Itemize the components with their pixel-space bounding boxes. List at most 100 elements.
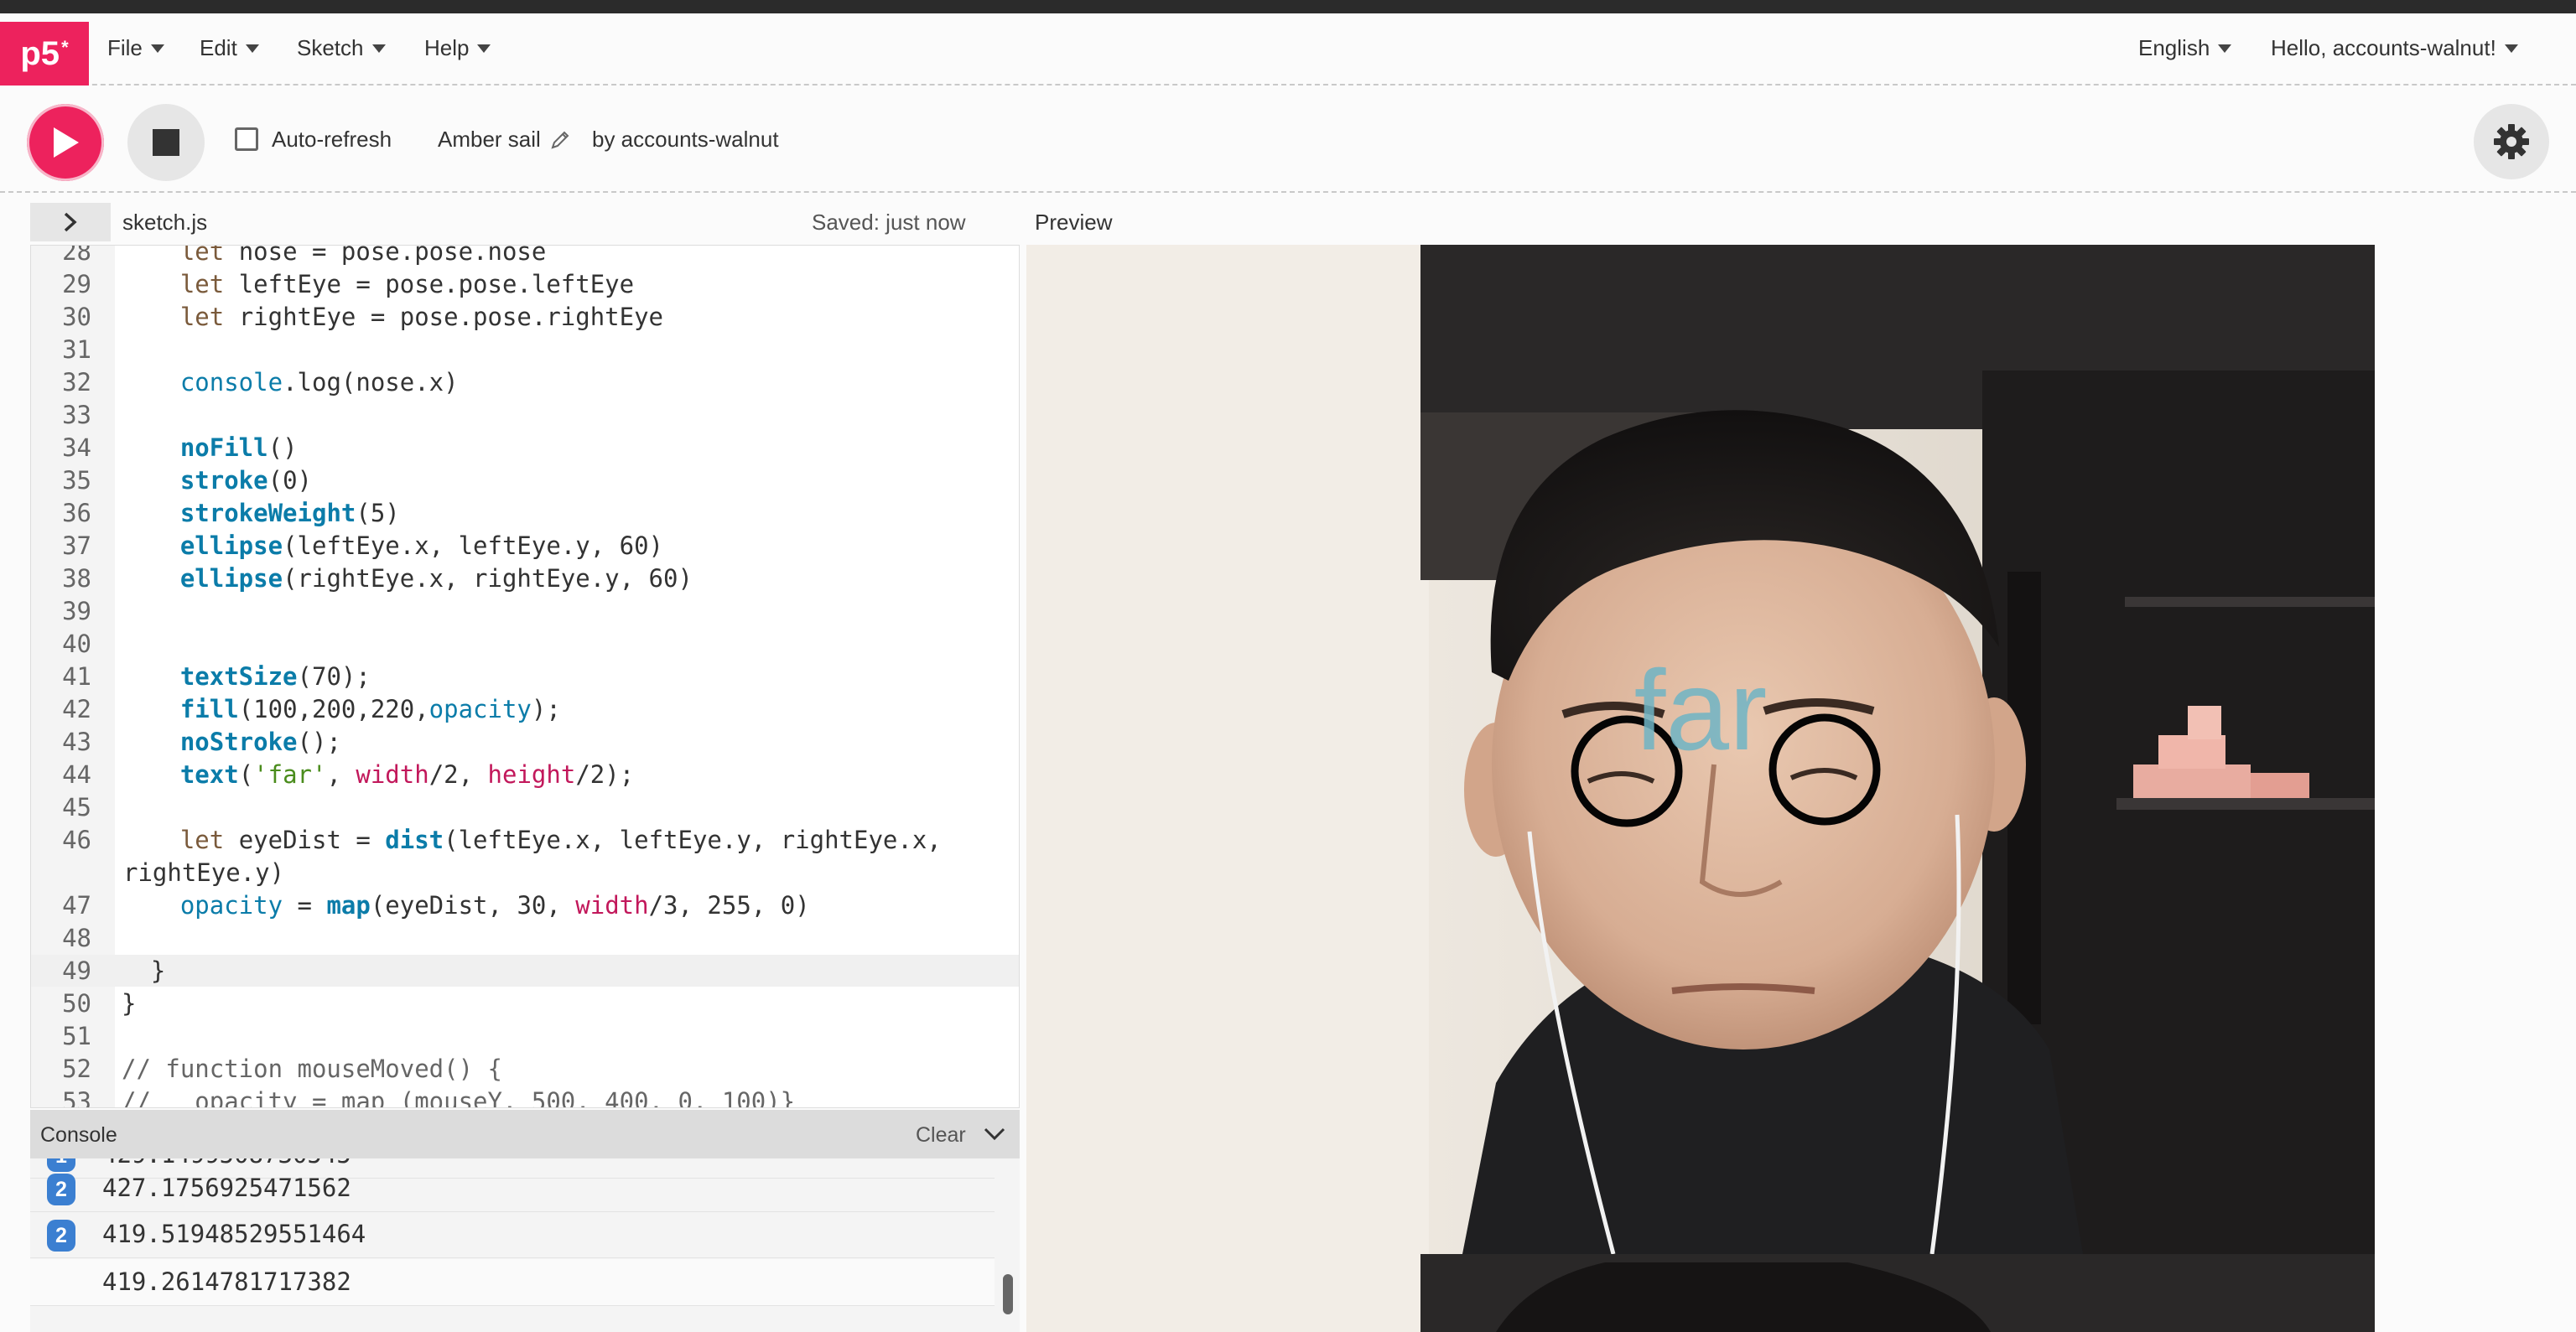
sketch-name[interactable]: Amber sail (438, 127, 571, 153)
line-number: 29 (62, 270, 91, 298)
language-menu[interactable]: English (2138, 35, 2232, 61)
sketch-author: by accounts-walnut (592, 127, 779, 152)
line-number: 45 (62, 793, 91, 821)
sketch-preview[interactable]: far (1026, 245, 2375, 1254)
expand-sidebar-button[interactable] (30, 203, 111, 241)
console-title: Console (40, 1123, 117, 1147)
code-line[interactable]: 38 ellipse(rightEye.x, rightEye.y, 60) (31, 562, 1019, 594)
code-text: let nose = pose.pose.nose (179, 245, 547, 266)
line-number: 49 (62, 956, 91, 985)
code-text: // function mouseMoved() { (122, 1055, 502, 1083)
sketch-preview-continued (1026, 1254, 2375, 1332)
play-button[interactable] (27, 104, 104, 181)
code-line[interactable]: 51 (31, 1020, 1019, 1052)
code-line[interactable]: 46 let eyeDist = dist(leftEye.x, leftEye… (31, 824, 1019, 856)
line-number: 37 (62, 531, 91, 560)
code-line[interactable]: 30 let rightEye = pose.pose.rightEye (31, 301, 1019, 333)
console-clear-button[interactable]: Clear (916, 1123, 966, 1148)
code-line[interactable]: 28 let nose = pose.pose.nose (31, 245, 1019, 267)
menu-label: Edit (200, 35, 237, 60)
code-text: stroke(0) (179, 466, 312, 495)
stop-button[interactable] (127, 104, 205, 181)
code-line[interactable]: 42 fill(100,200,220,opacity); (31, 693, 1019, 725)
console-entry: 2 419.51948529551464 (30, 1211, 995, 1258)
code-text: strokeWeight(5) (179, 499, 400, 527)
code-line[interactable]: 43 noStroke(); (31, 726, 1019, 758)
menu-sketch[interactable]: Sketch (297, 35, 386, 61)
code-line[interactable]: 52 // function mouseMoved() { (31, 1053, 1019, 1085)
line-number: 46 (62, 826, 91, 854)
console-entry: 2 427.1756925471562 (30, 1165, 995, 1212)
file-bar: sketch.js Saved: just now Preview (0, 194, 2576, 245)
code-text: noFill() (179, 433, 298, 462)
code-text: fill(100,200,220,opacity); (179, 695, 561, 723)
line-number: 51 (62, 1022, 91, 1050)
code-line[interactable]: 33 (31, 399, 1019, 431)
caret-down-icon (2504, 44, 2518, 53)
code-line[interactable]: 40 (31, 628, 1019, 660)
console-header: Console Clear (30, 1110, 1020, 1158)
account-menu[interactable]: Hello, accounts-walnut! (2271, 35, 2518, 61)
line-number: 36 (62, 499, 91, 527)
code-line[interactable]: 32 console.log(nose.x) (31, 366, 1019, 398)
line-number: 52 (62, 1055, 91, 1083)
code-line[interactable]: 31 (31, 334, 1019, 365)
account-greeting: Hello, accounts-walnut! (2271, 35, 2496, 60)
code-line[interactable]: 35 stroke(0) (31, 464, 1019, 496)
caret-down-icon (477, 44, 491, 53)
code-line[interactable]: rightEye.y) (31, 857, 1019, 889)
code-editor[interactable]: 28 let nose = pose.pose.nose 29 let leftE… (30, 245, 1020, 1108)
line-number: 48 (62, 924, 91, 952)
file-name[interactable]: sketch.js (122, 210, 207, 236)
line-number: 43 (62, 728, 91, 756)
code-line[interactable]: 36 strokeWeight(5) (31, 497, 1019, 529)
line-number: 41 (62, 662, 91, 691)
caret-down-icon (245, 44, 259, 53)
play-icon (54, 127, 79, 158)
app-root: p5 * File Edit Sketch Help English Hello,… (0, 0, 2576, 1332)
line-number: 47 (62, 891, 91, 920)
code-line[interactable]: 45 (31, 791, 1019, 823)
menu-help[interactable]: Help (424, 35, 491, 61)
code-text: text('far', width/2, height/2); (179, 760, 635, 789)
menu-file[interactable]: File (107, 35, 164, 61)
code-line[interactable]: 37 ellipse(leftEye.x, leftEye.y, 60) (31, 530, 1019, 562)
line-number: 30 (62, 303, 91, 331)
line-number: 44 (62, 760, 91, 789)
language-label: English (2138, 35, 2210, 60)
code-text: noStroke(); (179, 728, 341, 756)
repeat-count-badge: 2 (47, 1174, 75, 1205)
code-line[interactable]: 50} (31, 987, 1019, 1019)
menu-edit[interactable]: Edit (200, 35, 259, 61)
code-text: ellipse(rightEye.x, rightEye.y, 60) (179, 564, 693, 593)
code-line[interactable]: 53 // opacity = map (mouseY, 500, 400, 0,… (31, 1086, 1019, 1108)
browser-top-strip (0, 0, 2576, 13)
console-scrollbar[interactable] (1003, 1274, 1013, 1314)
code-line[interactable]: 34 noFill() (31, 432, 1019, 464)
code-line[interactable]: 41 textSize(70); (31, 661, 1019, 692)
menu-label: Help (424, 35, 470, 60)
toolbar: Auto-refresh Amber sail by accounts-waln… (0, 87, 2576, 193)
auto-refresh-checkbox[interactable] (235, 127, 258, 151)
chevron-down-icon[interactable] (983, 1125, 1006, 1143)
stop-icon (153, 129, 179, 156)
p5-logo[interactable]: p5 * (0, 22, 89, 86)
repeat-count-badge: 2 (47, 1220, 75, 1252)
code-line[interactable]: 48 (31, 922, 1019, 954)
code-text: let leftEye = pose.pose.leftEye (179, 270, 635, 298)
line-number: 35 (62, 466, 91, 495)
code-line[interactable]: 47 opacity = map(eyeDist, 30, width/3, 2… (31, 889, 1019, 921)
code-line[interactable]: 44 text('far', width/2, height/2); (31, 759, 1019, 790)
code-line[interactable]: 39 (31, 595, 1019, 627)
auto-refresh-label: Auto-refresh (272, 127, 392, 152)
preview-label: Preview (1035, 210, 1113, 235)
code-text: let eyeDist = dist(leftEye.x, leftEye.y,… (179, 826, 942, 854)
code-line[interactable]: 49 } (31, 955, 1019, 987)
settings-button[interactable] (2474, 104, 2549, 179)
code-text: } (122, 989, 137, 1018)
menu-label: File (107, 35, 143, 60)
code-line[interactable]: 29 let leftEye = pose.pose.leftEye (31, 268, 1019, 300)
code-text: // opacity = map (mouseY, 500, 400, 0, 1… (122, 1087, 796, 1108)
nav-bar: p5 * File Edit Sketch Help English Hello,… (0, 13, 2576, 86)
line-number: 28 (62, 245, 91, 266)
